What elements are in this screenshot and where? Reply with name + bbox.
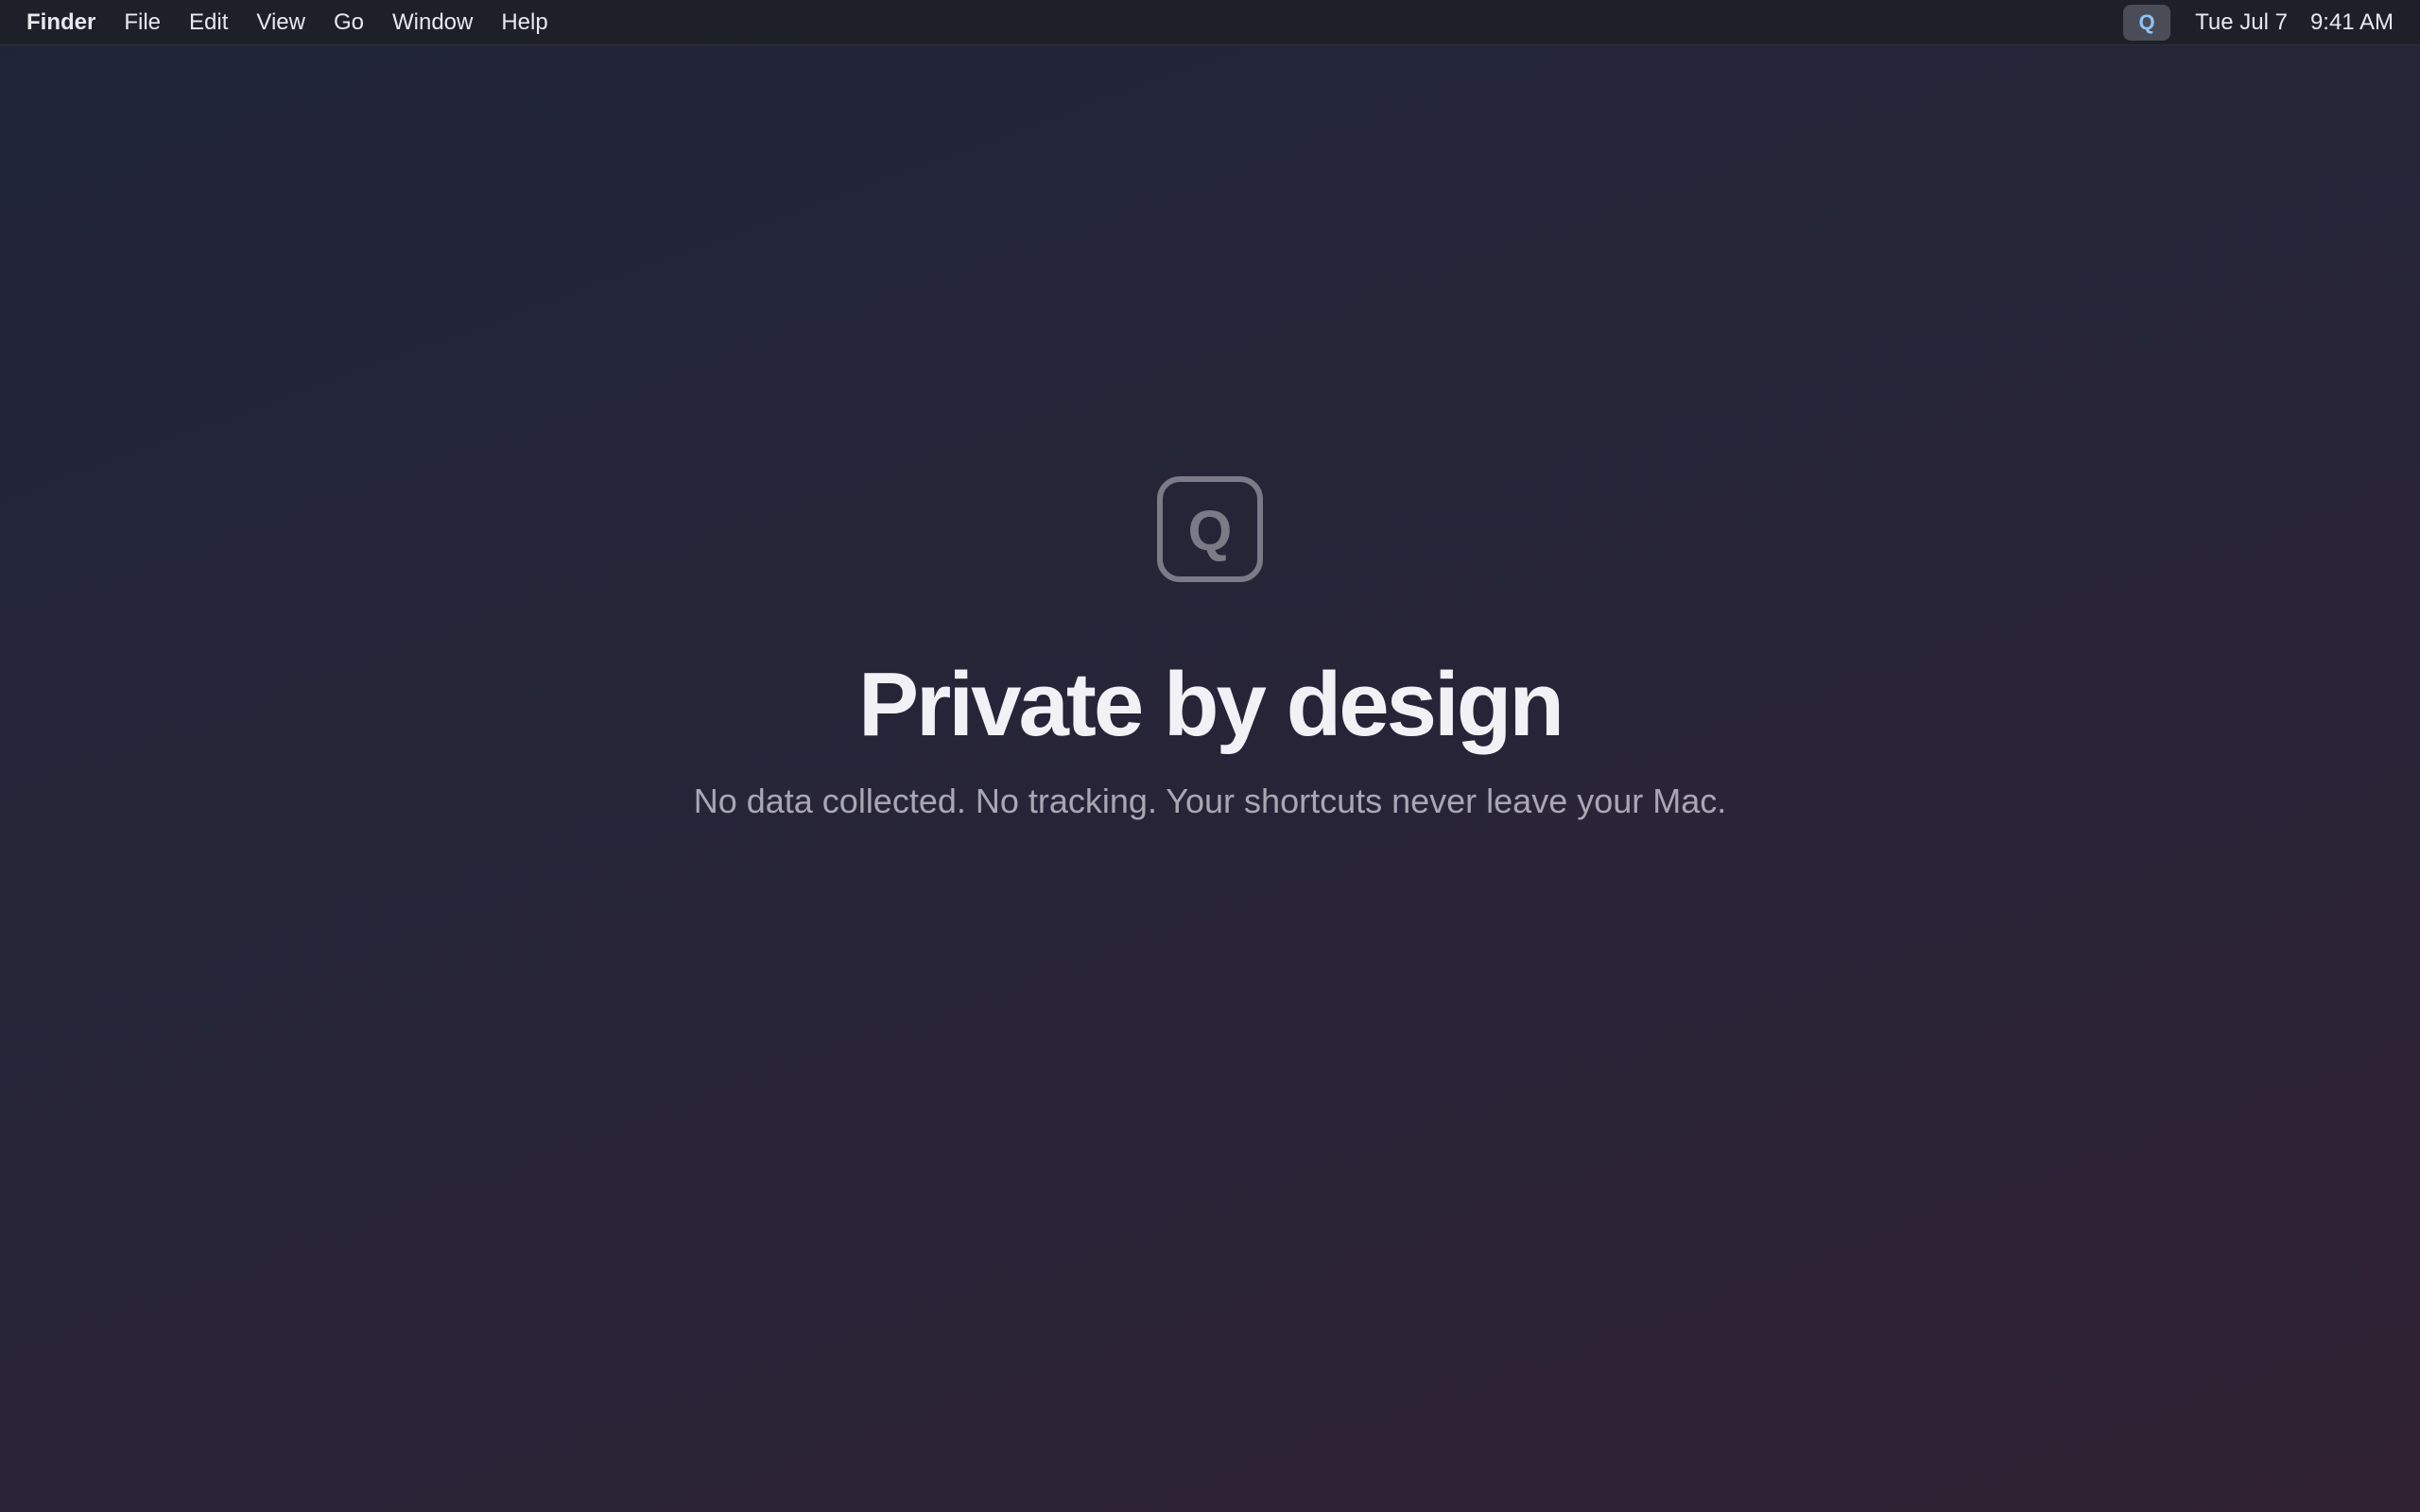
app-logo-glyph: Q (1187, 499, 1233, 562)
hero-subtitle: No data collected. No tracking. Your sho… (693, 782, 1727, 820)
privacy-hero: Q Private by design No data collected. N… (0, 0, 2420, 1512)
app-logo-icon: Q (1157, 476, 1263, 582)
hero-title: Private by design (858, 654, 1564, 755)
